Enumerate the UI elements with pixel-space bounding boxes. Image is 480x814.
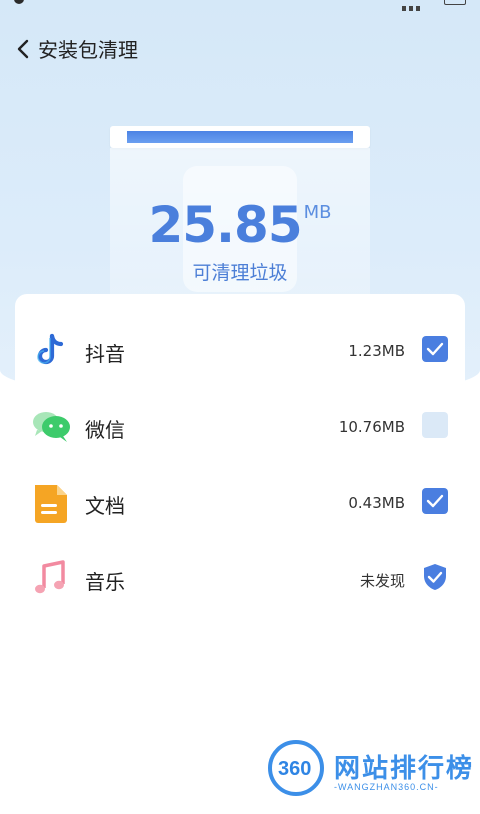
item-label: 音乐 [85,570,125,594]
item-status: 未发现 [359,572,405,590]
status-bar [0,0,480,12]
checkbox-unchecked[interactable] [422,412,448,438]
status-dot-icon [14,0,24,4]
checkbox-checked[interactable] [422,488,448,514]
check-icon [426,494,444,508]
watermark-name: 网站排行榜 [334,754,475,784]
size-unit: MB [303,202,332,223]
watermark-url: -WANGZHAN360.CN- [334,782,439,792]
list-item-music[interactable]: 音乐 未发现 [15,540,465,616]
page-title: 安装包清理 [38,38,138,62]
package-list-card: 抖音 1.23MB 微信 10.76MB 文档 0.43MB 音乐 未发现 [15,294,465,814]
signal-icon [402,0,430,11]
item-label: 文档 [85,494,125,518]
wechat-icon [31,406,71,446]
app-header: 安装包清理 [0,28,480,68]
item-size: 10.76MB [338,418,405,436]
item-label: 抖音 [85,342,125,366]
music-icon [31,558,71,598]
list-item-documents[interactable]: 文档 0.43MB [15,464,465,540]
battery-icon [444,0,466,5]
watermark-badge: 360 [268,740,324,796]
document-icon [31,482,71,523]
watermark-logo: 360 网站排行榜 -WANGZHAN360.CN- [268,740,480,800]
list-item-douyin[interactable]: 抖音 1.23MB [15,312,465,388]
cleanable-label: 可清理垃圾 [192,262,288,284]
item-size: 0.43MB [348,494,405,512]
check-icon [426,342,444,356]
list-item-wechat[interactable]: 微信 10.76MB [15,388,465,464]
shield-check-icon [421,562,449,592]
box-lid [110,126,370,148]
item-label: 微信 [85,418,125,442]
chevron-left-icon [17,39,29,59]
tiktok-icon [31,330,71,370]
checkbox-checked[interactable] [422,336,448,362]
cleanable-size: 25.85 MB [0,196,480,254]
item-size: 1.23MB [348,342,405,360]
back-button[interactable] [10,32,38,64]
size-value: 25.85 [148,196,302,254]
